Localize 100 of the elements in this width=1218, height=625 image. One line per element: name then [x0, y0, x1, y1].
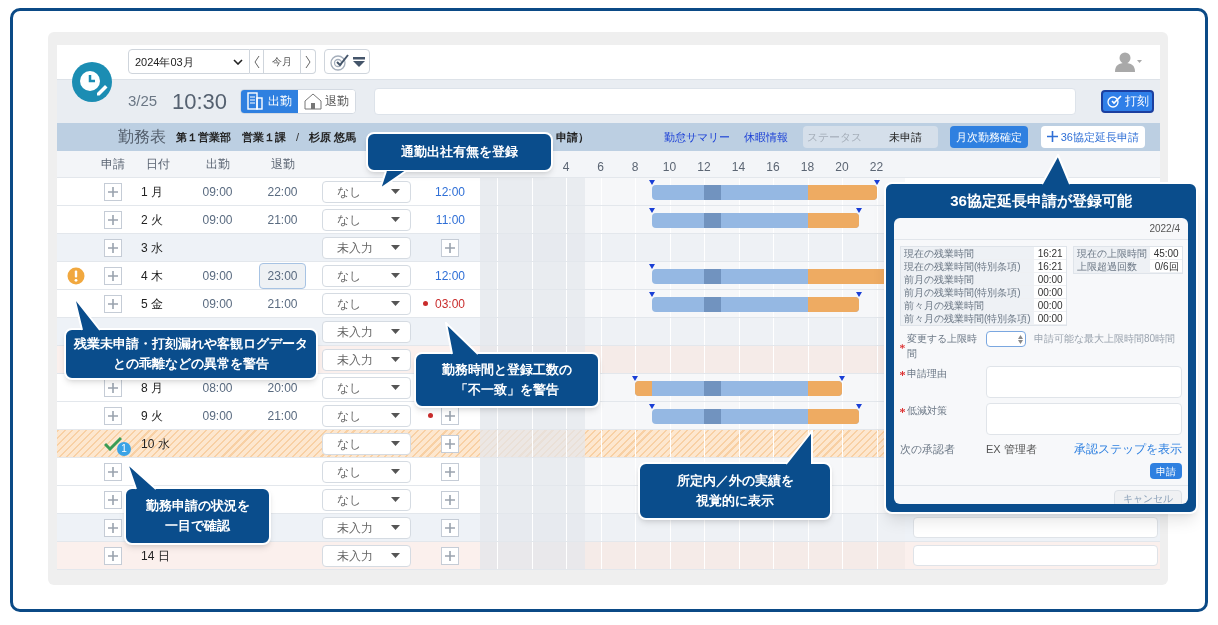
approval-steps-link[interactable]: 承認ステップを表示	[1074, 440, 1182, 458]
table-value: 00:00	[1036, 299, 1064, 311]
hour-tick-label: 12	[697, 158, 711, 176]
callout-text: 勤務申請の状況を	[145, 497, 250, 515]
callout-text: 通勤出社有無を登録	[401, 143, 518, 161]
table-value: 00:00	[1036, 286, 1064, 298]
commute-select[interactable]: なし	[322, 208, 411, 231]
callout-text: との乖離などの異常を警告	[113, 355, 269, 373]
date-cell: 4 木	[141, 268, 163, 283]
hour-tick-label: 10	[662, 158, 677, 176]
table-label: 上限超過回数	[1073, 260, 1150, 272]
callout-title: 36協定延長申請が登録可能	[949, 190, 1133, 211]
hour-tick-label: 16	[766, 158, 780, 176]
work-hours-cell-text: 12:00	[434, 183, 465, 201]
work-hours-cell-text: 12:00	[434, 267, 465, 285]
date-cell: 8 月	[141, 380, 163, 395]
period-label: 2022/4	[1149, 222, 1180, 236]
clock-out-cell-text: 21:00	[267, 407, 298, 425]
callout-text: 残業未申請・打刻漏れや客観ログデータ	[74, 335, 308, 353]
hour-tick-label: 8	[631, 158, 639, 176]
clock-in-cell: 09:00	[202, 212, 233, 227]
clock-out-cell-text: 20:00	[267, 379, 298, 397]
hour-tick-label: 18	[800, 158, 815, 176]
table-label: 現在の上限時間	[1073, 247, 1150, 259]
date-cell: 3 水	[141, 240, 163, 255]
header-text: 申請）	[556, 129, 589, 145]
table-value: 00:00	[1036, 273, 1064, 285]
field-label: 申請理由	[907, 367, 947, 381]
table-value: 45:00	[1152, 247, 1180, 259]
clock-in-cell: 09:00	[202, 296, 233, 311]
hour-tick-label: 14	[731, 158, 746, 176]
clock-in-cell: 09:00	[202, 268, 233, 283]
work-hours-cell-text: 11:00	[435, 211, 465, 229]
date-cell: 2 火	[141, 212, 163, 227]
hour-tick-label: 4	[562, 158, 570, 176]
commute-select[interactable]: 未入力	[322, 320, 411, 343]
employee-name: 杉原 悠馬	[309, 129, 357, 145]
count-badge: 1	[117, 442, 131, 456]
clock-out-cell-text: 22:00	[267, 183, 298, 201]
clock-in-cell: 08:00	[202, 380, 233, 395]
date-cell: 5 金	[141, 296, 163, 311]
punch-button[interactable]: 打刻	[1101, 89, 1154, 113]
clock-out-cell-text: 21:00	[267, 295, 298, 313]
submit-button[interactable]: 申請	[1150, 463, 1182, 479]
table-value: 16:21	[1036, 260, 1064, 272]
separator-label: /	[296, 129, 300, 145]
commute-select[interactable]: なし	[322, 180, 411, 203]
date-cell: 14 日	[141, 548, 170, 563]
commute-select[interactable]: 未入力	[322, 348, 411, 371]
table-label: 前々月の残業時間(特別条項)	[901, 312, 1034, 324]
table-label: 前月の残業時間	[901, 273, 1034, 285]
field-label: 低減対策	[907, 404, 947, 418]
commute-select[interactable]: 未入力	[322, 544, 411, 567]
commute-select[interactable]: なし	[322, 488, 411, 511]
callout-text: 「不一致」を警告	[455, 381, 559, 399]
department-label: 第１営業部 営業１課	[176, 129, 286, 145]
hour-tick-label: 20	[835, 158, 849, 176]
extension-request-button[interactable]: 36協定延長申請	[1040, 125, 1145, 148]
callout-text: 一目で確認	[165, 517, 230, 535]
table-label: 現在の残業時間(特別条項)	[901, 260, 1034, 272]
commute-select[interactable]: 未入力	[322, 236, 411, 259]
field-label: 変更する上限時間	[906, 332, 978, 361]
callout-text: 視覚的に表示	[696, 492, 774, 510]
approver-label: 次の承認者	[900, 441, 956, 457]
column-header: 日付	[145, 156, 170, 171]
hour-tick-label: 22	[869, 158, 884, 176]
sheet-title: 勤務表	[118, 126, 166, 147]
column-header: 退勤	[270, 156, 295, 171]
month-select[interactable]: 2024年03月	[128, 49, 250, 75]
commute-select[interactable]: なし	[322, 292, 411, 315]
hour-tick-label: 6	[597, 158, 604, 176]
clock-out-cell: 23:00	[259, 262, 306, 289]
column-header: 申請	[100, 156, 125, 171]
callout-text: 勤務時間と登録工数の	[442, 361, 572, 379]
header-link[interactable]: 休暇情報	[743, 128, 788, 145]
table-label: 前々月の残業時間	[901, 299, 1034, 311]
clock-out-cell-text: 21:00	[267, 211, 298, 229]
table-label: 現在の残業時間	[901, 247, 1034, 259]
commute-select[interactable]: なし	[322, 376, 411, 399]
date-cell: 10 水	[141, 436, 170, 451]
commute-select[interactable]: なし	[322, 460, 411, 483]
commute-select[interactable]: 未入力	[322, 516, 411, 539]
clock-in-cell: 09:00	[202, 408, 233, 423]
time-label: 10:30	[172, 87, 229, 116]
punch-tab[interactable]: 出勤	[241, 89, 298, 113]
this-month-button[interactable]: 今月	[264, 50, 301, 74]
commute-select[interactable]: なし	[322, 264, 411, 287]
commute-select[interactable]: なし	[322, 404, 411, 427]
table-label: 前月の残業時間(特別条項)	[901, 286, 1034, 298]
callout-text: 所定内／外の実績を	[676, 472, 794, 490]
approver-name: EX 管理者	[986, 441, 1037, 457]
table-value: 16:21	[1036, 247, 1064, 259]
table-value: 0/6回	[1153, 260, 1180, 272]
column-header: 出勤	[205, 156, 230, 171]
confirm-button[interactable]: 月次勤務確定	[949, 125, 1028, 148]
header-link[interactable]: 勤怠サマリー	[663, 128, 730, 145]
commute-select[interactable]: なし	[322, 432, 411, 455]
date-cell: 9 火	[141, 408, 163, 423]
hint-text: 申請可能な最大上限時間80時間	[1034, 332, 1176, 346]
date-label: 3/25	[128, 90, 159, 111]
